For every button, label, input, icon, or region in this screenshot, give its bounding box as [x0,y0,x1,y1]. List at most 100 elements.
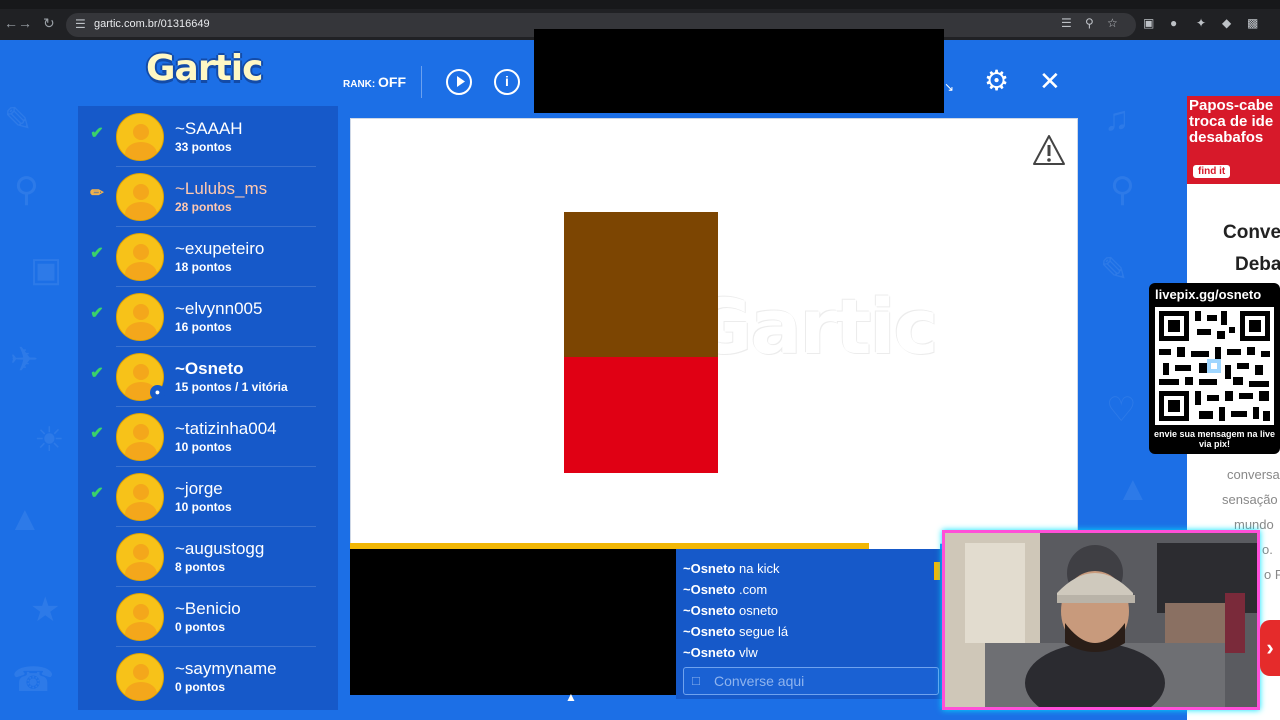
gartic-logo[interactable]: Gartic [146,48,263,89]
play-icon[interactable] [446,69,472,95]
zoom-icon[interactable]: ⚲ [1085,16,1094,30]
avatar [116,593,164,641]
player-name: ~SAAAH [175,119,243,138]
check-icon: ✔ [90,485,104,502]
chat-user: ~Osneto [683,624,736,639]
report-warning-icon[interactable] [1032,134,1066,171]
player-name: ~Benicio [175,599,241,618]
tab-strip [0,0,1280,9]
webcam-overlay [942,530,1260,710]
chat-panel: ~Osneto na kick ~Osneto .com ~Osneto osn… [676,549,942,699]
avatar [116,653,164,701]
site-info-icon[interactable]: ☰ [75,17,86,31]
chat-input-box[interactable]: □ [683,667,939,695]
chat-message: ~Osneto vlw [683,645,758,660]
canvas-watermark: Gartic [690,282,939,371]
avatar [116,473,164,521]
extensions-puzzle-icon[interactable]: ▩ [1247,16,1258,30]
player-row[interactable]: ~Benicio 0 pontos [78,587,338,647]
rank-label: RANK: [343,79,376,90]
avatar [116,173,164,221]
player-name: ~elvynn005 [175,299,263,318]
ad-title: Conve [1223,222,1280,243]
player-points: 16 pontos [175,320,232,334]
ad-banner[interactable]: Papos-cabe troca de ide desabafos find i… [1187,96,1280,184]
reload-icon[interactable]: ↻ [43,15,55,32]
chat-message: ~Osneto .com [683,582,767,597]
chat-message: ~Osneto na kick [683,561,779,576]
check-icon: ✔ [90,305,104,322]
chat-scrollbar[interactable] [934,562,940,580]
qr-title: livepix.gg/osneto [1155,287,1262,302]
player-points: 10 pontos [175,440,232,454]
player-row[interactable]: ✏ ~Lulubs_ms 28 pontos [78,167,338,227]
ad-text: o R [1264,567,1280,582]
player-name: ~exupeteiro [175,239,265,258]
drawn-brown-rectangle [564,212,718,357]
info-icon[interactable]: i [494,69,520,95]
player-name: ~jorge [175,479,223,498]
player-row[interactable]: ✔ ~tatizinha004 10 pontos [78,407,338,467]
chat-bubble-icon: □ [692,673,700,688]
player-name: ~Lulubs_ms [175,179,268,198]
chat-text: vlw [739,645,758,660]
user-icon: ● [150,385,165,400]
chat-text: na kick [739,561,780,576]
player-row[interactable]: ✔ ~jorge 10 pontos [78,467,338,527]
ad-text: sensação [1222,492,1278,507]
ad-title: Deba [1235,254,1280,275]
player-name: ~Osneto [175,359,244,378]
chat-user: ~Osneto [683,603,736,618]
chat-input[interactable] [714,672,934,690]
player-list: ✔ ~SAAAH 33 pontos ✏ ~Lulubs_ms 28 ponto… [78,106,338,710]
chat-text: .com [739,582,768,597]
bookmark-star-icon[interactable]: ☆ [1107,16,1118,30]
ad-headline: Papos-cabe troca de ide desabafos [1189,97,1274,146]
player-row[interactable]: ✔ ~exupeteiro 18 pontos [78,227,338,287]
avatar [116,533,164,581]
check-icon: ✔ [90,245,104,262]
avatar [116,413,164,461]
chevron-right-icon[interactable]: › [1260,620,1280,676]
gear-icon[interactable]: ⚙ [984,66,1009,96]
player-points: 15 pontos / 1 vitória [175,380,288,394]
extension-icon[interactable]: ✦ [1196,16,1206,30]
extension-icon[interactable]: ▣ [1143,16,1154,30]
check-icon: ✔ [90,125,104,142]
player-row[interactable]: ~saymyname 0 pontos [78,647,338,707]
player-points: 8 pontos [175,560,225,574]
translate-icon[interactable]: ☰ [1061,16,1072,30]
rank-toggle[interactable]: RANK: OFF [343,74,406,90]
answers-panel-redacted [350,549,676,695]
avatar [116,293,164,341]
extension-icon[interactable]: ◆ [1222,16,1231,30]
header-divider [421,66,422,98]
chat-user: ~Osneto [683,645,736,660]
check-icon: ✔ [90,365,104,382]
drawn-red-rectangle [564,357,718,473]
ad-findit-button[interactable]: find it [1193,165,1231,178]
player-row[interactable]: ~augustogg 8 pontos [78,527,338,587]
player-points: 18 pontos [175,260,232,274]
expand-arrow-icon[interactable]: ↘ [944,80,954,94]
player-name: ~augustogg [175,539,265,558]
player-row[interactable]: ✔ ~SAAAH 33 pontos [78,107,338,167]
qr-footer: envie sua mensagem na live via pix! [1153,429,1276,449]
chat-message: ~Osneto segue lá [683,624,788,639]
check-icon: ✔ [90,425,104,442]
player-points: 10 pontos [175,500,232,514]
player-row[interactable]: ✔ ~elvynn005 16 pontos [78,287,338,347]
player-row-self[interactable]: ✔ ● ~Osneto 15 pontos / 1 vitória [78,347,338,407]
pencil-icon: ✏ [90,185,104,202]
stream-overlay-redacted [534,29,944,113]
chat-text: segue lá [739,624,789,639]
ad-text: o. [1262,542,1273,557]
player-points: 0 pontos [175,620,225,634]
extension-icon[interactable]: ● [1170,16,1177,30]
forward-icon[interactable]: → [18,15,32,31]
rank-value: OFF [378,74,406,90]
close-icon[interactable]: ✕ [1039,66,1061,96]
chat-user: ~Osneto [683,561,736,576]
back-icon[interactable]: ← [4,15,18,31]
qr-code [1155,307,1274,425]
